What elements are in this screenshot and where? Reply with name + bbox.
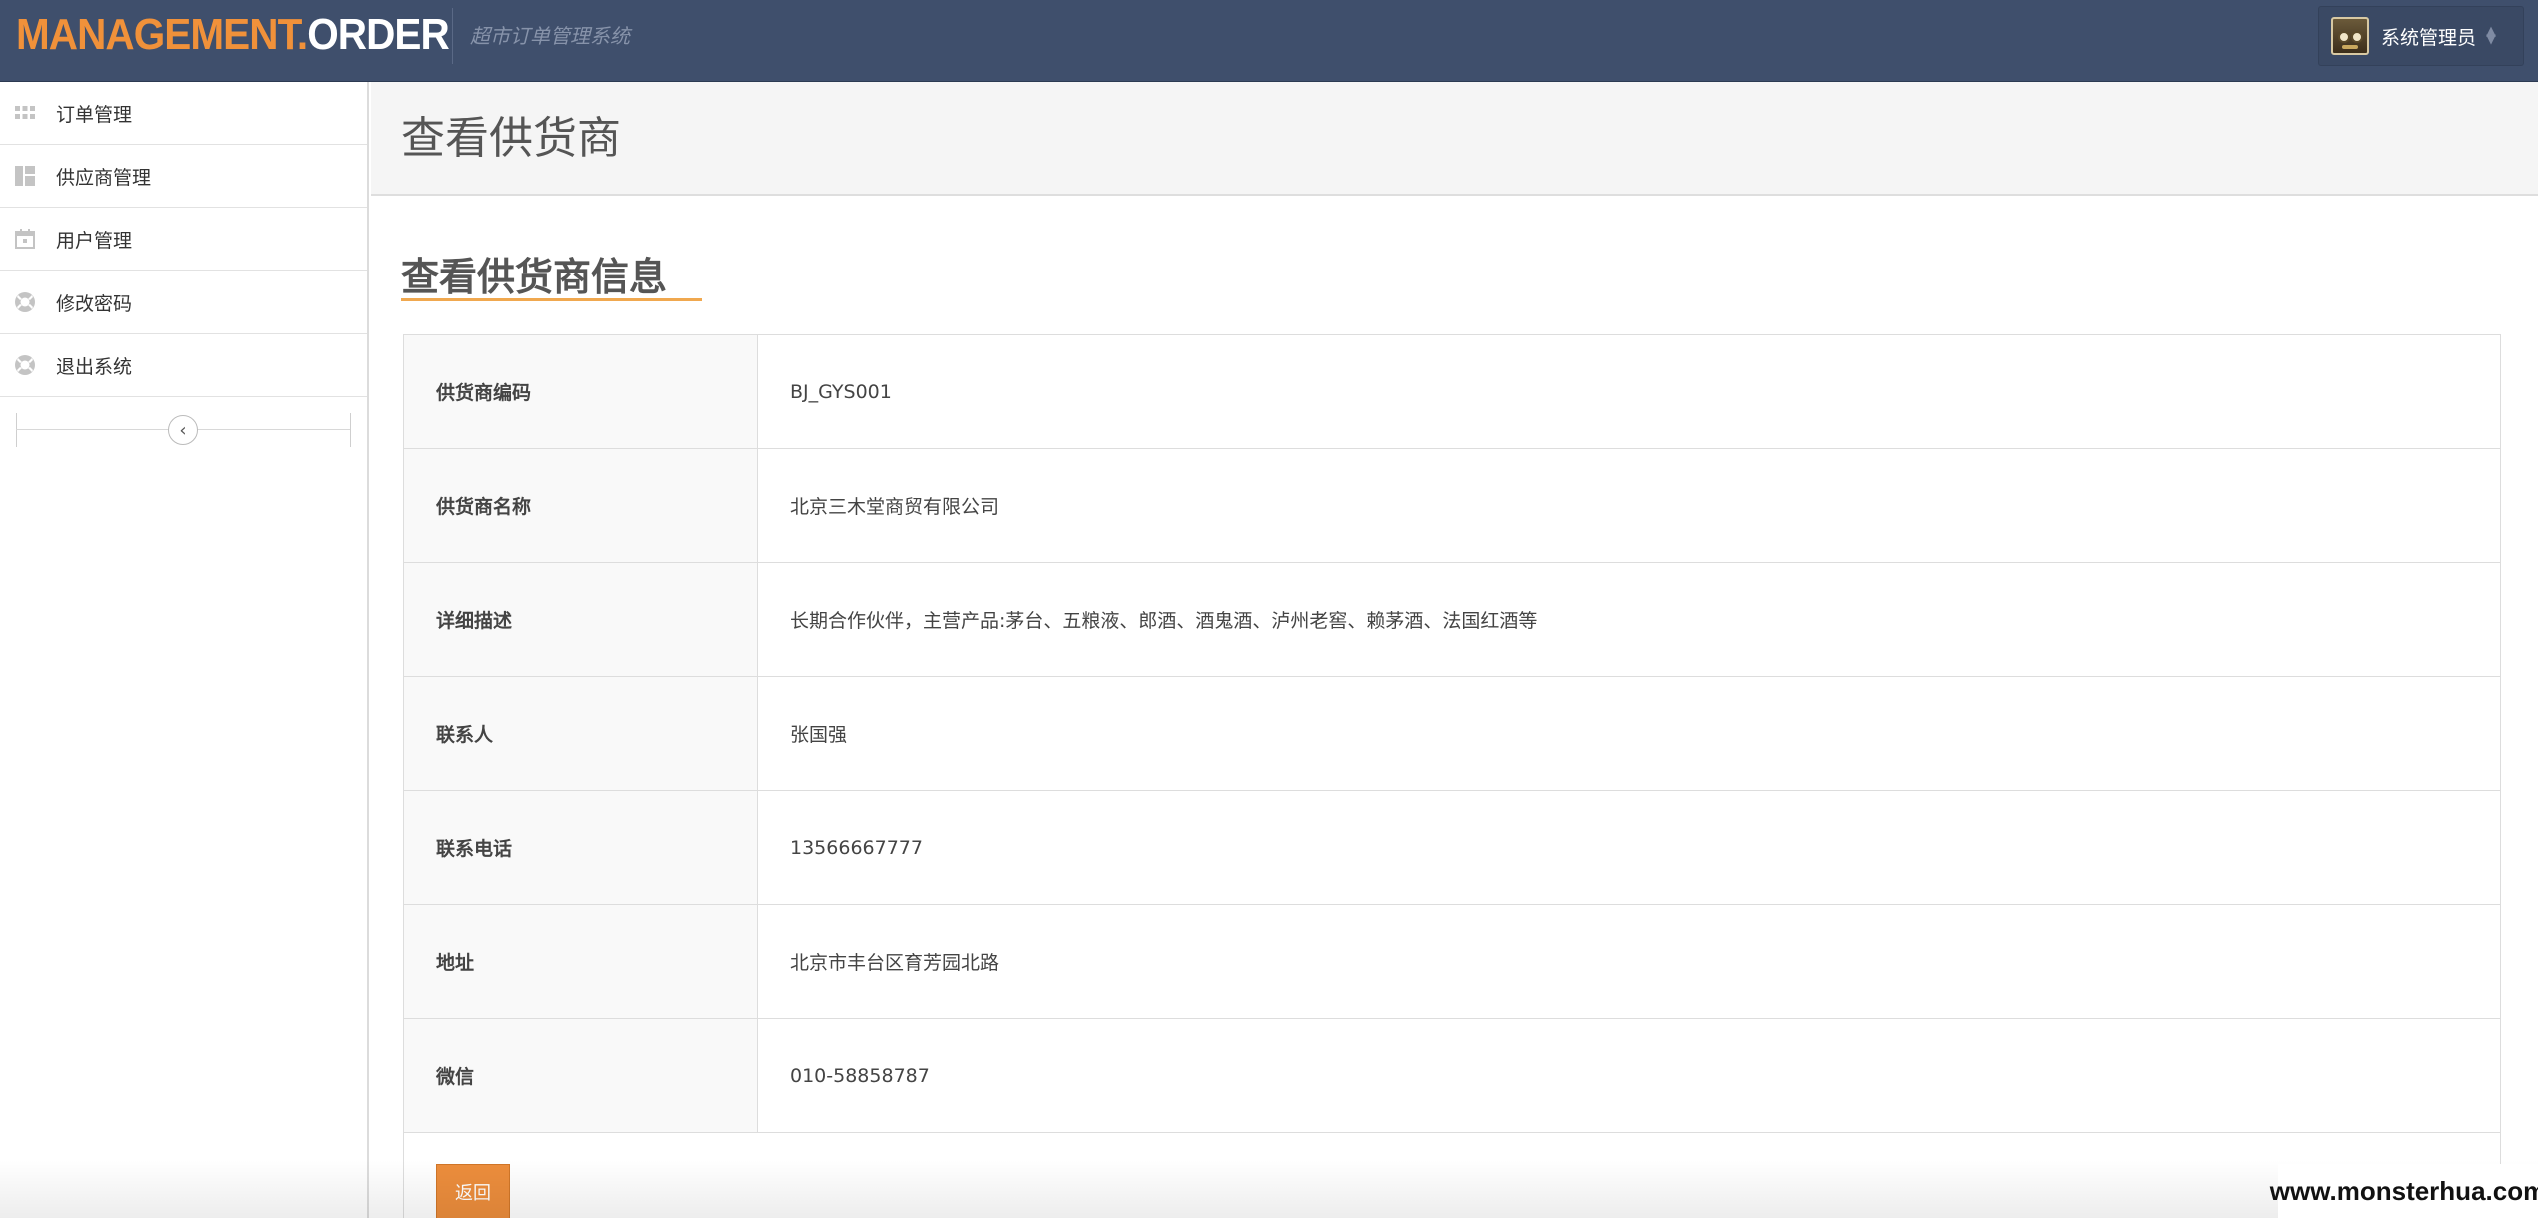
field-label: 联系人 bbox=[404, 677, 758, 790]
brand-text-management: MANAGEMENT. bbox=[16, 10, 308, 59]
table-row: 微信 010-58858787 bbox=[404, 1019, 2500, 1133]
brand-text-order: ORDER bbox=[307, 10, 450, 59]
brand-logo[interactable]: MANAGEMENT. ORDER bbox=[16, 4, 450, 66]
section-title-underline bbox=[401, 298, 702, 301]
table-row: 详细描述 长期合作伙伴，主营产品:茅台、五粮液、郎酒、酒鬼酒、泸州老窖、赖茅酒、… bbox=[404, 563, 2500, 677]
divider bbox=[16, 413, 17, 447]
field-value: 北京市丰台区育芳园北路 bbox=[790, 952, 1000, 974]
field-value: 张国强 bbox=[790, 724, 848, 746]
lifebuoy-icon bbox=[14, 291, 36, 313]
chevron-left-icon: ‹ bbox=[179, 419, 187, 441]
field-label: 地址 bbox=[404, 905, 758, 1018]
sidebar-item-label: 供应商管理 bbox=[56, 166, 152, 189]
supplier-detail-table: 供货商编码 BJ_GYS001 供货商名称 北京三木堂商贸有限公司 详细描述 长… bbox=[403, 334, 2501, 1133]
sidebar-item-label: 修改密码 bbox=[56, 292, 133, 315]
table-row: 供货商名称 北京三木堂商贸有限公司 bbox=[404, 449, 2500, 563]
page-title: 查看供货商 bbox=[401, 113, 621, 164]
table-row: 地址 北京市丰台区育芳园北路 bbox=[404, 905, 2500, 1019]
table-row: 供货商编码 BJ_GYS001 bbox=[404, 335, 2500, 449]
sidebar-collapse-button[interactable]: ‹ bbox=[168, 415, 198, 445]
sidebar-item-users[interactable]: 用户管理 bbox=[0, 208, 367, 271]
sidebar-item-label: 订单管理 bbox=[56, 103, 133, 126]
page-header: 查看供货商 bbox=[371, 82, 2538, 196]
grid-icon bbox=[14, 102, 36, 124]
field-value: 13566667777 bbox=[790, 836, 923, 859]
table-row: 联系人 张国强 bbox=[404, 677, 2500, 791]
field-label: 联系电话 bbox=[404, 791, 758, 904]
system-subtitle: 超市订单管理系统 bbox=[470, 24, 630, 48]
back-button[interactable]: 返回 bbox=[436, 1164, 510, 1218]
watermark: www.monsterhua.com bbox=[2270, 1164, 2538, 1218]
sidebar-item-suppliers[interactable]: 供应商管理 bbox=[0, 145, 367, 208]
field-label: 供货商编码 bbox=[404, 335, 758, 448]
field-value: 北京三木堂商贸有限公司 bbox=[790, 496, 1000, 518]
header-divider bbox=[452, 8, 453, 64]
field-value: 长期合作伙伴，主营产品:茅台、五粮液、郎酒、酒鬼酒、泸州老窖、赖茅酒、法国红酒等 bbox=[790, 610, 1538, 632]
field-label: 供货商名称 bbox=[404, 449, 758, 562]
field-label: 详细描述 bbox=[404, 563, 758, 676]
calendar-icon bbox=[14, 228, 36, 250]
sidebar-item-logout[interactable]: 退出系统 bbox=[0, 334, 367, 397]
divider bbox=[350, 413, 351, 447]
sidebar-item-label: 用户管理 bbox=[56, 229, 133, 252]
avatar bbox=[2331, 17, 2369, 55]
main-content: 查看供货商信息 供货商编码 BJ_GYS001 供货商名称 北京三木堂商贸有限公… bbox=[371, 196, 2538, 1218]
form-actions: 返回 bbox=[403, 1132, 2501, 1218]
sort-caret-icon: ▲ ▼ bbox=[2486, 24, 2497, 47]
field-value: BJ_GYS001 bbox=[790, 380, 892, 403]
sidebar-item-label: 退出系统 bbox=[56, 355, 133, 378]
top-header: MANAGEMENT. ORDER 超市订单管理系统 系统管理员 ▲ ▼ bbox=[0, 0, 2538, 82]
sidebar-collapse-row: ‹ bbox=[0, 397, 367, 463]
user-name: 系统管理员 bbox=[2381, 26, 2477, 49]
sidebar-item-orders[interactable]: 订单管理 bbox=[0, 82, 367, 145]
section-title: 查看供货商信息 bbox=[401, 255, 668, 299]
sidebar-item-change-password[interactable]: 修改密码 bbox=[0, 271, 367, 334]
lifebuoy-icon bbox=[14, 354, 36, 376]
sidebar: 订单管理 供应商管理 用户管理 修改密码 退出系统 ‹ bbox=[0, 82, 369, 1218]
user-menu[interactable]: 系统管理员 ▲ ▼ bbox=[2318, 6, 2524, 66]
table-row: 联系电话 13566667777 bbox=[404, 791, 2500, 905]
field-label: 微信 bbox=[404, 1019, 758, 1132]
field-value: 010-58858787 bbox=[790, 1064, 930, 1087]
dashboard-icon bbox=[14, 165, 36, 187]
